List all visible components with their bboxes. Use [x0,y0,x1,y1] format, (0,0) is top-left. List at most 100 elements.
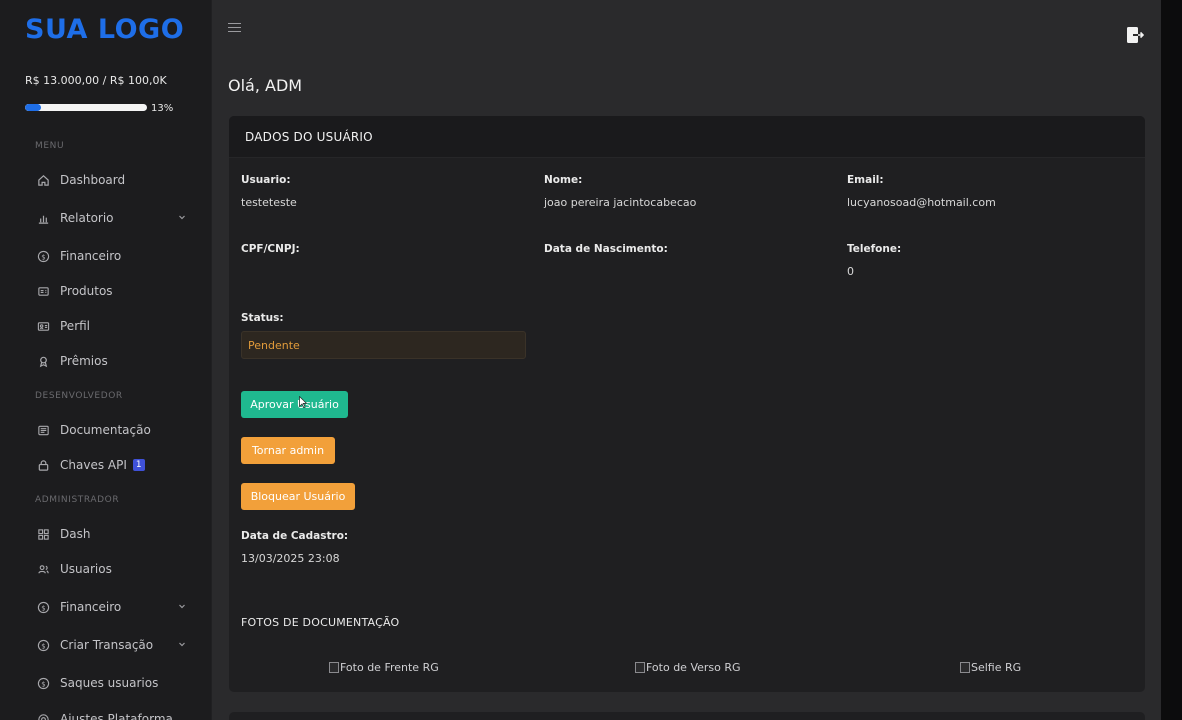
next-card [229,712,1145,720]
sidebar-item-dash[interactable]: Dash [25,521,195,547]
award-icon [36,354,50,368]
field-label: Usuario: [241,174,291,186]
page-title: Olá, ADM [228,76,303,95]
svg-text:$: $ [41,253,45,261]
rg-back-image[interactable]: Foto de Verso RG [635,659,741,675]
field-data-cadastro: Data de Cadastro: 13/03/2025 23:08 [241,530,348,565]
section-label-menu: MENU [35,141,65,151]
sidebar-item-label: Financeiro [60,600,122,614]
product-icon [36,284,50,298]
sidebar-item-chaves-api[interactable]: Chaves API 1 [25,452,195,478]
field-value: 13/03/2025 23:08 [241,552,340,565]
sidebar-item-usuarios[interactable]: Usuarios [25,556,195,582]
sidebar-item-saques-usuarios[interactable]: $ Saques usuarios [25,670,195,696]
image-alt-text: Selfie RG [971,660,1022,674]
balance-progress-label: 13% [151,103,174,114]
sidebar-item-label: Usuarios [60,562,112,576]
balance-progress-fill [25,104,41,111]
status-badge: Pendente [241,331,526,359]
dollar-circle-icon: $ [36,249,50,263]
section-label-desenvolvedor: DESENVOLVEDOR [35,391,123,401]
section-label-administrador: ADMINISTRADOR [35,495,120,505]
mouse-cursor-icon [299,396,307,408]
settings-icon [36,712,50,720]
menu-toggle-icon[interactable] [228,23,241,33]
rg-front-image[interactable]: Foto de Frente RG [329,659,439,675]
dollar-circle-icon: $ [36,600,50,614]
approve-user-button[interactable]: Aprovar Usuário [241,391,348,418]
balance-progress-bar [25,104,147,111]
grid-icon [36,527,50,541]
block-user-button[interactable]: Bloquear Usuário [241,483,355,510]
logo: SUA LOGO [25,14,185,45]
svg-text:$: $ [41,642,45,650]
sidebar-item-label: Prêmios [60,354,108,368]
field-telefone: Telefone: 0 [847,243,901,278]
field-status: Status: [241,312,284,324]
svg-text:$: $ [41,604,45,612]
field-label: Data de Cadastro: [241,530,349,542]
sidebar-item-label: Ajustes Plataforma [60,712,173,720]
dollar-circle-icon: $ [36,676,50,690]
sidebar-item-label: Saques usuarios [60,676,159,690]
screen-edge [1161,0,1182,720]
make-admin-button[interactable]: Tornar admin [241,437,335,464]
sidebar-item-label: Documentação [60,423,151,437]
field-label: Status: [241,312,284,324]
dollar-circle-icon: $ [36,638,50,652]
sidebar-item-documentacao[interactable]: Documentação [25,417,195,443]
logout-icon[interactable] [1126,26,1144,44]
sidebar-item-label: Produtos [60,284,113,298]
sidebar-item-label: Chaves API [60,458,127,472]
bar-chart-icon [36,211,50,225]
field-email: Email: lucyanosoad@hotmail.com [847,174,996,209]
sidebar-item-premios[interactable]: Prêmios [25,348,195,374]
app-frame: SUA LOGO R$ 13.000,00 / R$ 100,0K 13% ME… [0,0,1161,720]
field-value: 0 [847,265,854,278]
image-alt-text: Foto de Verso RG [646,660,741,674]
image-alt-text: Foto de Frente RG [340,660,439,674]
field-value: testeteste [241,196,297,209]
sidebar-item-perfil[interactable]: Perfil [25,313,195,339]
user-data-card: DADOS DO USUÁRIO Usuario: testeteste Nom… [229,116,1145,692]
sidebar-item-label: Dash [60,527,91,541]
users-icon [36,562,50,576]
card-header: DADOS DO USUÁRIO [229,116,1145,158]
sidebar-item-ajustes-plataforma[interactable]: Ajustes Plataforma [25,706,195,720]
field-cpf: CPF/CNPJ: [241,243,300,265]
sidebar-item-label: Perfil [60,319,91,333]
balance-text: R$ 13.000,00 / R$ 100,0K [25,74,167,87]
docs-section-title: FOTOS DE DOCUMENTAÇÃO [241,616,400,629]
sidebar: SUA LOGO R$ 13.000,00 / R$ 100,0K 13% ME… [0,0,212,720]
field-label: Data de Nascimento: [544,243,668,255]
field-nome: Nome: joao pereira jacintocabecao [544,174,696,209]
rg-selfie-image[interactable]: Selfie RG [960,659,1021,675]
sidebar-item-label: Dashboard [60,173,126,187]
sidebar-item-relatorio[interactable]: Relatorio [25,205,195,231]
field-label: CPF/CNPJ: [241,243,300,255]
field-value: joao pereira jacintocabecao [544,196,697,209]
field-value: lucyanosoad@hotmail.com [847,196,996,209]
sidebar-item-label: Relatorio [60,211,114,225]
lock-icon [36,458,50,472]
broken-image-icon [635,661,645,673]
field-data-nascimento: Data de Nascimento: [544,243,668,265]
sidebar-item-produtos[interactable]: Produtos [25,278,195,304]
field-label: Email: [847,174,884,186]
sidebar-item-financeiro-admin[interactable]: $ Financeiro [25,594,195,620]
sidebar-item-dashboard[interactable]: Dashboard [25,167,195,193]
field-usuario: Usuario: testeteste [241,174,297,209]
field-label: Telefone: [847,243,902,255]
sidebar-item-financeiro[interactable]: $ Financeiro [25,243,195,269]
home-icon [36,173,50,187]
card-title: DADOS DO USUÁRIO [245,129,373,144]
chevron-down-icon [179,604,185,609]
api-keys-badge: 1 [132,459,145,471]
svg-text:$: $ [41,680,45,688]
sidebar-item-criar-transacao[interactable]: $ Criar Transação [25,632,195,658]
broken-image-icon [960,661,970,673]
sidebar-item-label: Financeiro [60,249,122,263]
id-card-icon [36,319,50,333]
document-icon [36,423,50,437]
chevron-down-icon [179,215,185,220]
